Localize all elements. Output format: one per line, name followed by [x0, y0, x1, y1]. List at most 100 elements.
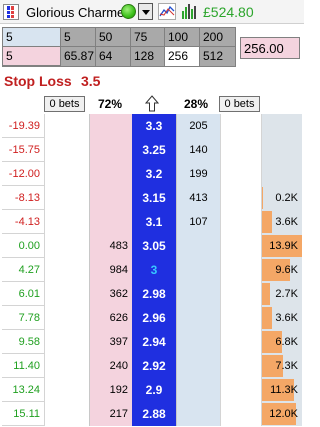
- back-bets-cell[interactable]: [220, 186, 261, 210]
- back-bets-cell[interactable]: [220, 258, 261, 282]
- lay-amount-cell[interactable]: [89, 114, 132, 138]
- price-cell[interactable]: 2.94: [132, 330, 176, 354]
- lay-bets-cell[interactable]: [44, 378, 89, 402]
- back-amount-cell[interactable]: [176, 402, 220, 426]
- lay-amount-cell[interactable]: 626: [89, 306, 132, 330]
- back-bets-cell[interactable]: [220, 162, 261, 186]
- price-cell[interactable]: 2.9: [132, 378, 176, 402]
- volume-value: 11.3K: [270, 384, 298, 396]
- lay-bets-cell[interactable]: [44, 306, 89, 330]
- price-cell[interactable]: 3: [132, 258, 176, 282]
- back-amount-cell[interactable]: 205: [176, 114, 220, 138]
- lay-bets-cell[interactable]: [44, 186, 89, 210]
- back-bets-cell[interactable]: [220, 402, 261, 426]
- lay-bets-cell[interactable]: [44, 210, 89, 234]
- lay-stake-option[interactable]: 65.87: [61, 47, 96, 66]
- volume-cell: 2.7K: [261, 282, 302, 306]
- lay-bets-cell[interactable]: [44, 354, 89, 378]
- lay-bets-cell[interactable]: [44, 402, 89, 426]
- ladder-row: 11.40 240 2.92 7.3K: [2, 354, 302, 378]
- chart-icon[interactable]: [158, 3, 176, 20]
- lay-bets-cell[interactable]: [44, 138, 89, 162]
- lay-amount-cell[interactable]: [89, 162, 132, 186]
- lay-bets-cell[interactable]: [44, 234, 89, 258]
- lay-amount-cell[interactable]: 217: [89, 402, 132, 426]
- back-amount-cell[interactable]: 413: [176, 186, 220, 210]
- account-balance: £524.80: [203, 4, 254, 20]
- back-amount-cell[interactable]: [176, 234, 220, 258]
- lay-bets-cell[interactable]: [44, 114, 89, 138]
- price-cell[interactable]: 3.25: [132, 138, 176, 162]
- status-dot[interactable]: [121, 4, 136, 19]
- volume-value: 7.3K: [275, 360, 298, 372]
- stake-input[interactable]: 256.00: [240, 37, 300, 59]
- lay-stake-option[interactable]: 64: [96, 47, 131, 66]
- lay-stake-option[interactable]: 512: [200, 47, 235, 66]
- lay-amount-cell[interactable]: 397: [89, 330, 132, 354]
- lay-bets-cell[interactable]: [44, 162, 89, 186]
- volume-value: 0.2K: [275, 192, 298, 204]
- price-cell[interactable]: 2.92: [132, 354, 176, 378]
- back-stake-selected[interactable]: 5: [3, 28, 61, 47]
- lay-percentage: 72%: [98, 97, 123, 111]
- title-bar: Glorious Charmer £524.80: [0, 0, 304, 24]
- back-amount-cell[interactable]: 107: [176, 210, 220, 234]
- back-bets-cell[interactable]: [220, 306, 261, 330]
- back-stake-option[interactable]: 200: [200, 28, 235, 47]
- back-stake-option[interactable]: 75: [131, 28, 165, 47]
- price-cell[interactable]: 2.98: [132, 282, 176, 306]
- profit-loss-cell: 0.00: [18, 240, 40, 252]
- profit-loss-cell: 13.24: [12, 384, 40, 396]
- lay-amount-cell[interactable]: 192: [89, 378, 132, 402]
- back-amount-cell[interactable]: [176, 306, 220, 330]
- bar-chart-icon[interactable]: [180, 3, 198, 20]
- lay-stake-option[interactable]: 128: [131, 47, 165, 66]
- back-bets-cell[interactable]: [220, 234, 261, 258]
- back-amount-cell[interactable]: [176, 378, 220, 402]
- back-bets-cell[interactable]: [220, 354, 261, 378]
- price-cell[interactable]: 2.88: [132, 402, 176, 426]
- back-bets-cell[interactable]: [220, 330, 261, 354]
- lay-amount-cell[interactable]: 362: [89, 282, 132, 306]
- back-bets-cell[interactable]: [220, 378, 261, 402]
- back-amount-cell[interactable]: [176, 258, 220, 282]
- back-stake-option[interactable]: 50: [96, 28, 131, 47]
- ladder-row: 6.01 362 2.98 2.7K: [2, 282, 302, 306]
- lay-amount-cell[interactable]: 984: [89, 258, 132, 282]
- ladder-row: -8.13 3.15 413 0.2K: [2, 186, 302, 210]
- back-bets-cell[interactable]: [220, 282, 261, 306]
- back-bets-cell[interactable]: [220, 114, 261, 138]
- lay-bets-cell[interactable]: [44, 258, 89, 282]
- back-bets-cell[interactable]: [220, 210, 261, 234]
- stop-loss-value[interactable]: 3.5: [81, 73, 100, 89]
- lay-bets-cell[interactable]: [44, 330, 89, 354]
- back-stake-option[interactable]: 100: [165, 28, 200, 47]
- price-cell[interactable]: 2.96: [132, 306, 176, 330]
- price-cell[interactable]: 3.05: [132, 234, 176, 258]
- price-cell[interactable]: 3.3: [132, 114, 176, 138]
- lay-amount-cell[interactable]: [89, 186, 132, 210]
- lay-stake-option-selected[interactable]: 256: [165, 47, 200, 66]
- price-cell[interactable]: 3.15: [132, 186, 176, 210]
- back-amount-cell[interactable]: 140: [176, 138, 220, 162]
- up-arrow-icon[interactable]: [145, 95, 159, 112]
- lay-stake-selected[interactable]: 5: [3, 47, 61, 66]
- back-bets-button[interactable]: 0 bets: [219, 96, 260, 112]
- back-bets-cell[interactable]: [220, 138, 261, 162]
- back-amount-cell[interactable]: [176, 354, 220, 378]
- lay-bets-cell[interactable]: [44, 282, 89, 306]
- lay-amount-cell[interactable]: [89, 210, 132, 234]
- price-cell[interactable]: 3.2: [132, 162, 176, 186]
- price-cell[interactable]: 3.1: [132, 210, 176, 234]
- back-stake-option[interactable]: 5: [61, 28, 96, 47]
- lay-amount-cell[interactable]: 483: [89, 234, 132, 258]
- dropdown-icon[interactable]: [138, 3, 153, 20]
- volume-bar: [262, 211, 272, 233]
- profit-loss-cell: -19.39: [8, 120, 40, 132]
- back-amount-cell[interactable]: 199: [176, 162, 220, 186]
- back-amount-cell[interactable]: [176, 282, 220, 306]
- back-amount-cell[interactable]: [176, 330, 220, 354]
- lay-amount-cell[interactable]: 240: [89, 354, 132, 378]
- lay-amount-cell[interactable]: [89, 138, 132, 162]
- lay-bets-button[interactable]: 0 bets: [44, 96, 85, 112]
